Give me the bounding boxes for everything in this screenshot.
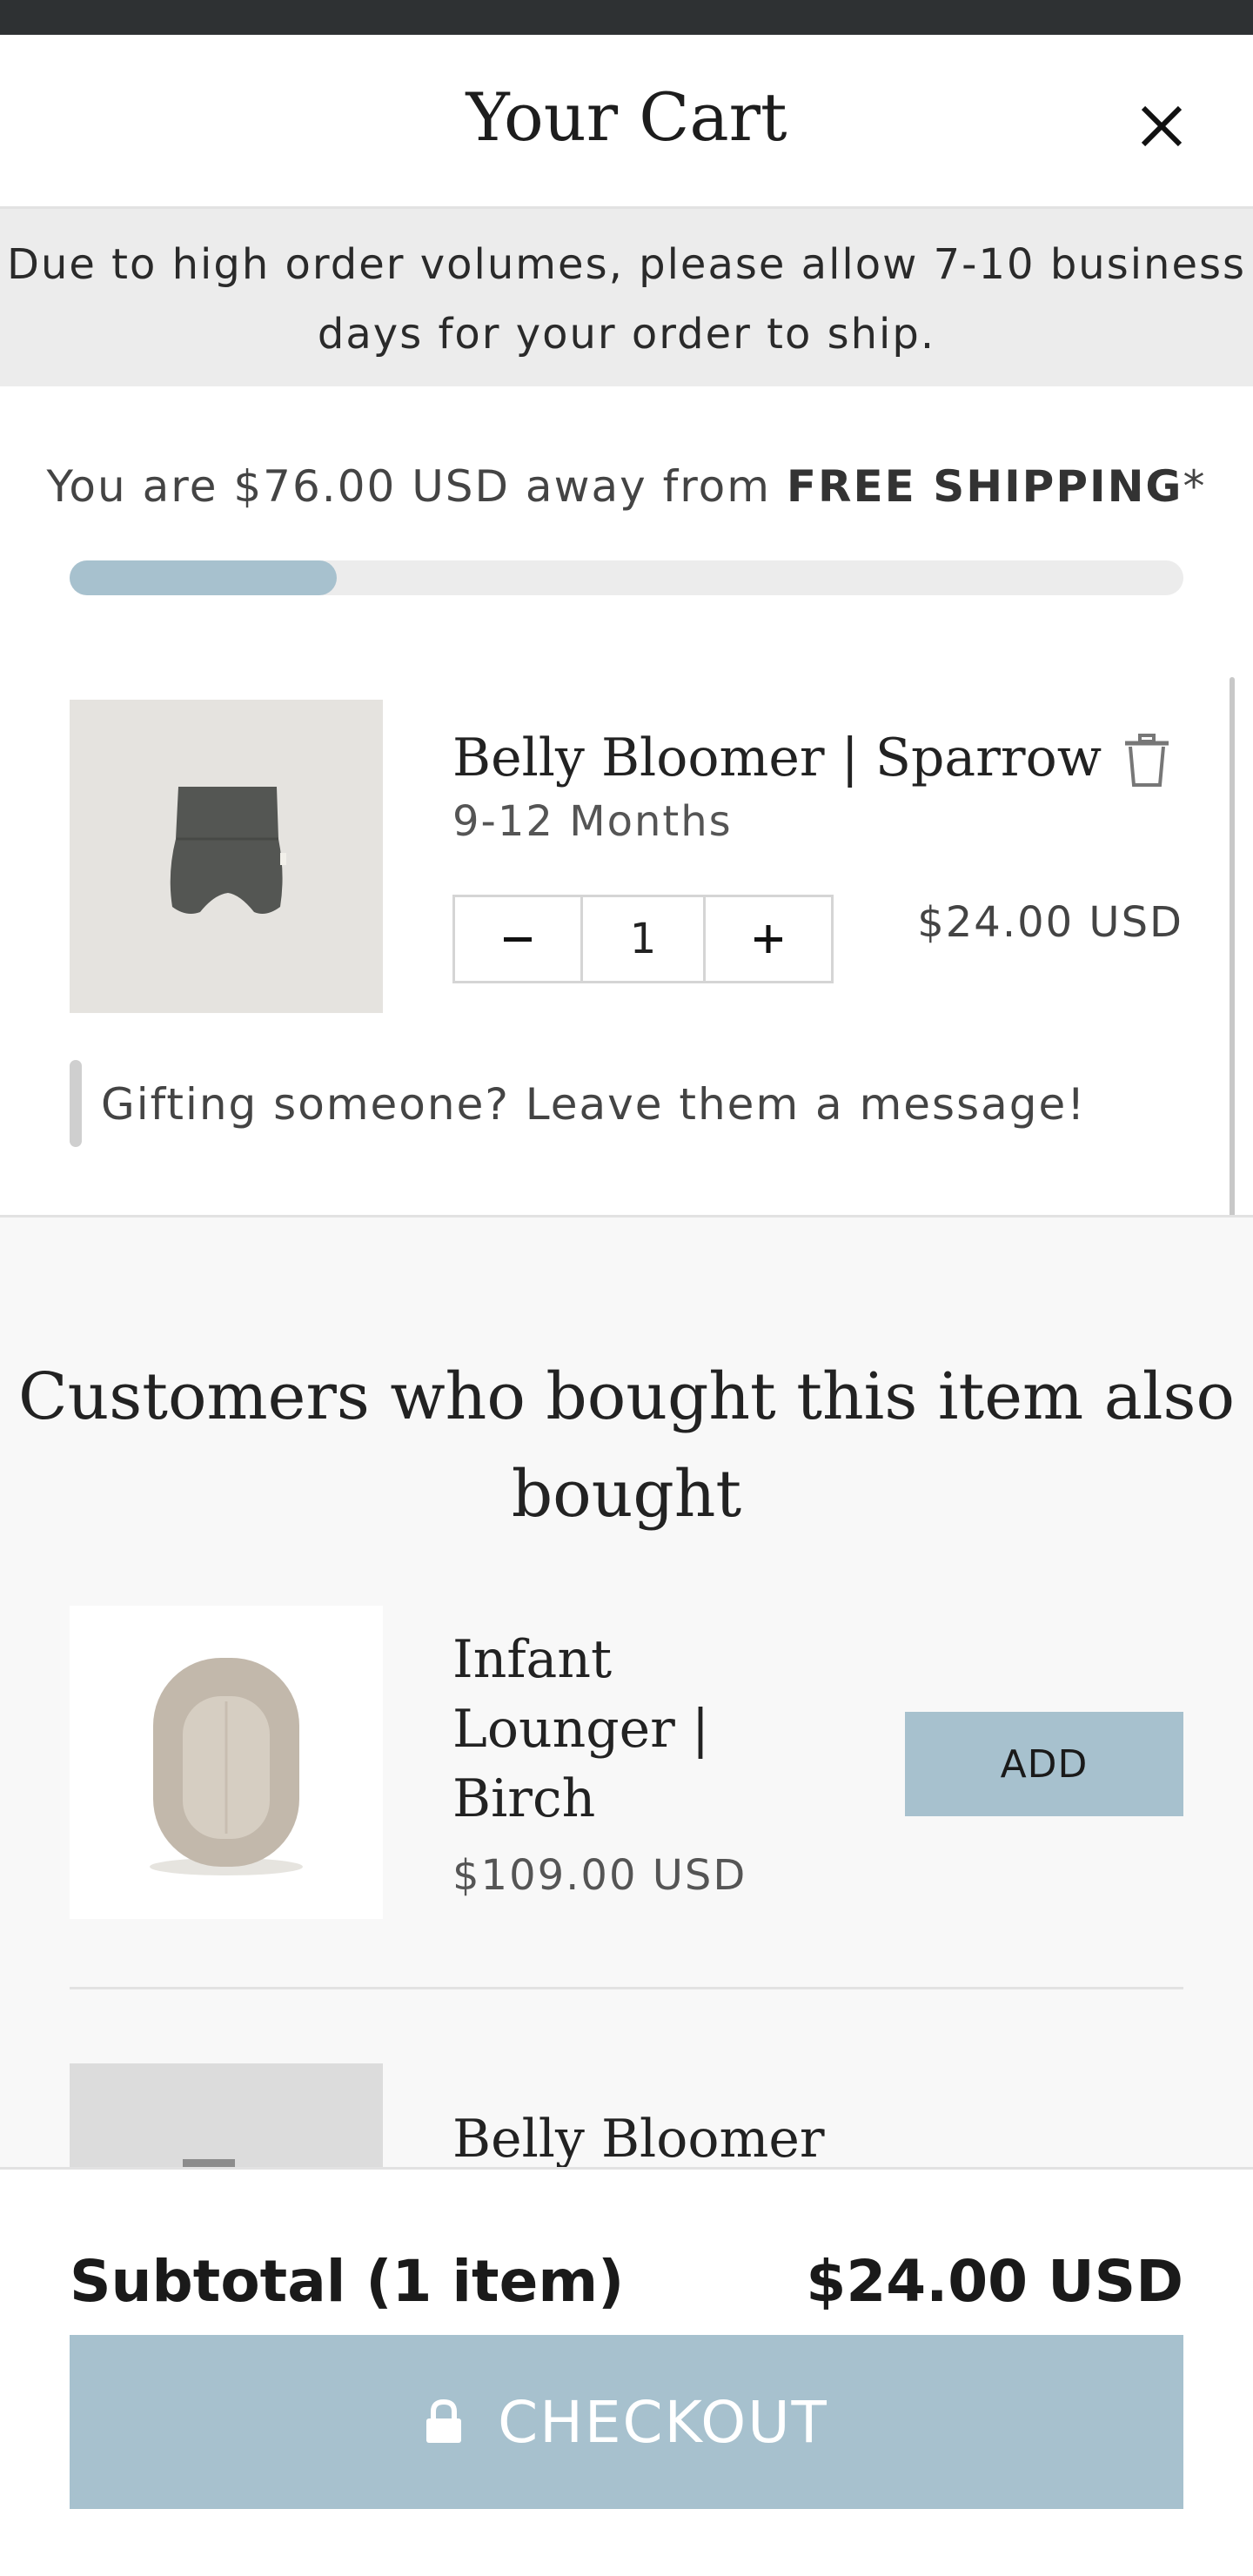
close-button[interactable] (1131, 96, 1192, 157)
status-bar (0, 0, 1253, 35)
recommended-product-name[interactable]: Belly Bloomer (452, 2109, 825, 2167)
checkout-button[interactable]: CHECKOUT (70, 2335, 1183, 2509)
subtotal-value: $24.00 USD (806, 2248, 1183, 2315)
shipping-progress-fill (70, 560, 338, 595)
product-variant: 9-12 Months (452, 797, 733, 846)
gift-message-label: Gifting someone? Leave them a message! (101, 1079, 1087, 1130)
bloomer-product-icon (70, 2063, 383, 2167)
shipping-progress-bar (70, 560, 1183, 595)
quantity-input[interactable]: 1 (580, 897, 707, 981)
free-shipping-highlight: FREE SHIPPING (786, 461, 1183, 512)
recommended-product-image[interactable] (70, 2063, 383, 2167)
product-name[interactable]: Belly Bloomer | Sparrow (452, 728, 1102, 788)
product-price: $24.00 USD (917, 898, 1183, 947)
checkout-label: CHECKOUT (498, 2388, 828, 2456)
free-shipping-message: You are $76.00 USD away from FREE SHIPPI… (0, 461, 1253, 512)
decrease-quantity-button[interactable] (455, 897, 580, 981)
add-recommended-button[interactable]: ADD (905, 1712, 1183, 1816)
recommended-product-price: $109.00 USD (452, 1851, 747, 1900)
minus-icon (503, 937, 532, 942)
trash-icon (1125, 734, 1169, 787)
divider (70, 1987, 1183, 1989)
lock-icon (426, 2399, 462, 2443)
increase-quantity-button[interactable] (706, 897, 831, 981)
upsell-section: Customers who bought this item also boug… (0, 1215, 1253, 2167)
recommended-product-name[interactable]: Infant Lounger | Birch (452, 1625, 714, 1834)
quantity-stepper: 1 (452, 895, 834, 983)
upsell-title: Customers who bought this item also boug… (17, 1359, 1236, 1532)
bloomer-shorts-icon (70, 700, 383, 1013)
infant-lounger-icon (70, 1606, 383, 1919)
gift-message-toggle[interactable]: Gifting someone? Leave them a message! (70, 1060, 1183, 1147)
shipping-notice: Due to high order volumes, please allow … (0, 209, 1253, 386)
remove-item-button[interactable] (1122, 733, 1171, 788)
free-shipping-prefix: You are $76.00 USD away from (46, 461, 787, 512)
product-image[interactable] (70, 700, 383, 1013)
plus-icon (754, 925, 783, 953)
recommended-product-image[interactable] (70, 1606, 383, 1919)
page-title: Your Cart (466, 78, 787, 156)
subtotal-label: Subtotal (1 item) (70, 2248, 625, 2315)
gift-message-bar (70, 1060, 82, 1147)
cart-footer: Subtotal (1 item) $24.00 USD CHECKOUT (0, 2167, 1253, 2576)
cart-header: Your Cart (0, 35, 1253, 209)
close-icon (1141, 105, 1183, 147)
free-shipping-suffix: * (1183, 461, 1207, 512)
